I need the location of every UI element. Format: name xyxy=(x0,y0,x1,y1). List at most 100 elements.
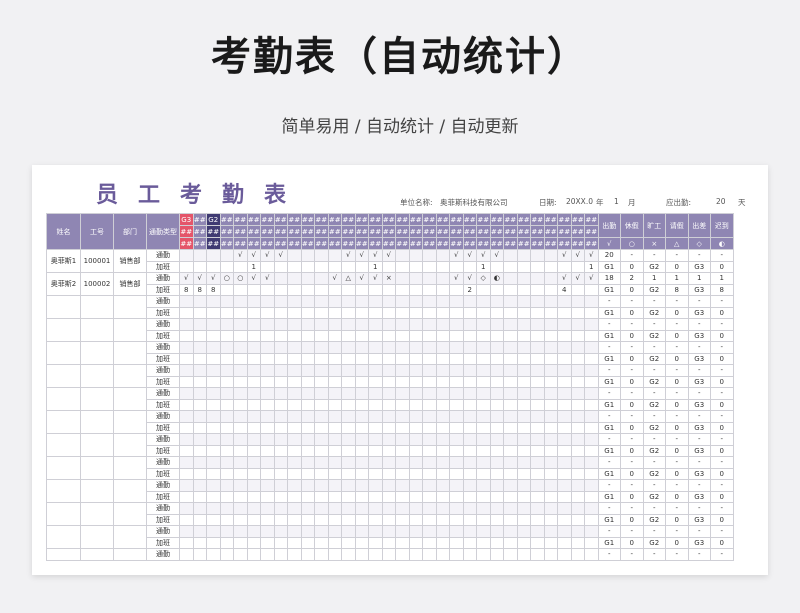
day-cell[interactable] xyxy=(179,260,194,273)
day-cell[interactable] xyxy=(368,341,383,354)
day-cell[interactable] xyxy=(557,421,572,434)
day-cell[interactable] xyxy=(233,513,248,526)
day-cell[interactable] xyxy=(260,352,275,365)
day-cell[interactable] xyxy=(300,502,315,515)
day-header[interactable]: ## xyxy=(260,213,275,226)
day-cell[interactable] xyxy=(516,260,531,273)
day-cell[interactable] xyxy=(246,410,261,423)
day-cell[interactable] xyxy=(408,548,423,561)
day-cell[interactable] xyxy=(192,479,207,492)
day-cell[interactable] xyxy=(435,502,450,515)
day-cell[interactable] xyxy=(530,467,545,480)
day-cell[interactable]: √ xyxy=(462,272,477,285)
day-cell[interactable] xyxy=(516,398,531,411)
day-cell[interactable] xyxy=(327,548,342,561)
day-cell[interactable] xyxy=(395,525,410,538)
day-cell[interactable] xyxy=(368,283,383,296)
day-cell[interactable] xyxy=(489,318,504,331)
day-cell[interactable] xyxy=(327,364,342,377)
day-cell[interactable] xyxy=(192,318,207,331)
day-cell[interactable] xyxy=(557,467,572,480)
employee-id[interactable] xyxy=(80,433,114,457)
day-cell[interactable] xyxy=(395,375,410,388)
day-cell[interactable] xyxy=(462,536,477,549)
day-cell[interactable] xyxy=(503,456,518,469)
day-cell[interactable] xyxy=(530,536,545,549)
day-cell[interactable] xyxy=(327,398,342,411)
day-cell[interactable] xyxy=(503,295,518,308)
day-cell[interactable] xyxy=(327,329,342,342)
day-cell[interactable] xyxy=(206,387,221,400)
day-cell[interactable]: √ xyxy=(179,272,194,285)
day-cell[interactable] xyxy=(570,283,585,296)
due-value[interactable]: 20 xyxy=(716,197,726,206)
day-cell[interactable] xyxy=(327,421,342,434)
day-cell[interactable] xyxy=(557,410,572,423)
day-cell[interactable] xyxy=(354,387,369,400)
day-cell[interactable] xyxy=(219,364,234,377)
day-cell[interactable] xyxy=(260,502,275,515)
day-cell[interactable] xyxy=(327,306,342,319)
employee-dept[interactable] xyxy=(113,525,147,549)
day-cell[interactable] xyxy=(476,295,491,308)
day-cell[interactable] xyxy=(273,548,288,561)
day-cell[interactable] xyxy=(354,490,369,503)
day-cell[interactable] xyxy=(516,513,531,526)
day-cell[interactable] xyxy=(449,352,464,365)
day-cell[interactable] xyxy=(314,444,329,457)
day-cell[interactable] xyxy=(408,479,423,492)
day-cell[interactable]: √ xyxy=(476,249,491,262)
day-cell[interactable] xyxy=(422,387,437,400)
day-cell[interactable] xyxy=(570,295,585,308)
employee-dept[interactable] xyxy=(113,295,147,319)
day-cell[interactable] xyxy=(300,272,315,285)
day-cell[interactable] xyxy=(246,375,261,388)
day-cell[interactable] xyxy=(503,421,518,434)
day-cell[interactable] xyxy=(543,249,558,262)
day-header[interactable]: ## xyxy=(327,213,342,226)
day-cell[interactable] xyxy=(570,341,585,354)
day-header[interactable]: ## xyxy=(584,213,599,226)
day-cell[interactable] xyxy=(584,502,599,515)
day-cell[interactable] xyxy=(557,490,572,503)
day-cell[interactable]: √ xyxy=(449,272,464,285)
employee-dept[interactable] xyxy=(113,456,147,480)
day-cell[interactable] xyxy=(381,387,396,400)
day-cell[interactable] xyxy=(422,329,437,342)
day-cell[interactable] xyxy=(543,283,558,296)
day-cell[interactable] xyxy=(381,352,396,365)
day-cell[interactable] xyxy=(260,295,275,308)
day-cell[interactable] xyxy=(422,306,437,319)
day-cell[interactable] xyxy=(449,433,464,446)
day-cell[interactable] xyxy=(300,283,315,296)
day-cell[interactable] xyxy=(206,306,221,319)
day-cell[interactable] xyxy=(489,490,504,503)
day-cell[interactable] xyxy=(233,479,248,492)
day-cell[interactable] xyxy=(327,352,342,365)
day-cell[interactable] xyxy=(476,375,491,388)
day-cell[interactable] xyxy=(287,306,302,319)
day-cell[interactable]: √ xyxy=(327,272,342,285)
day-cell[interactable] xyxy=(476,513,491,526)
day-cell[interactable] xyxy=(422,410,437,423)
day-cell[interactable] xyxy=(206,375,221,388)
day-header[interactable]: ## xyxy=(543,237,558,250)
day-cell[interactable] xyxy=(192,306,207,319)
day-cell[interactable] xyxy=(516,272,531,285)
day-cell[interactable] xyxy=(408,444,423,457)
day-cell[interactable] xyxy=(516,433,531,446)
day-cell[interactable] xyxy=(233,398,248,411)
day-cell[interactable] xyxy=(341,306,356,319)
day-cell[interactable] xyxy=(584,444,599,457)
day-cell[interactable] xyxy=(489,456,504,469)
day-cell[interactable] xyxy=(381,398,396,411)
day-cell[interactable] xyxy=(449,421,464,434)
day-cell[interactable] xyxy=(219,502,234,515)
day-cell[interactable] xyxy=(260,410,275,423)
day-cell[interactable] xyxy=(557,433,572,446)
day-cell[interactable] xyxy=(570,329,585,342)
day-cell[interactable] xyxy=(206,410,221,423)
employee-name[interactable] xyxy=(46,295,81,319)
day-cell[interactable] xyxy=(246,502,261,515)
day-header[interactable]: ## xyxy=(476,225,491,238)
